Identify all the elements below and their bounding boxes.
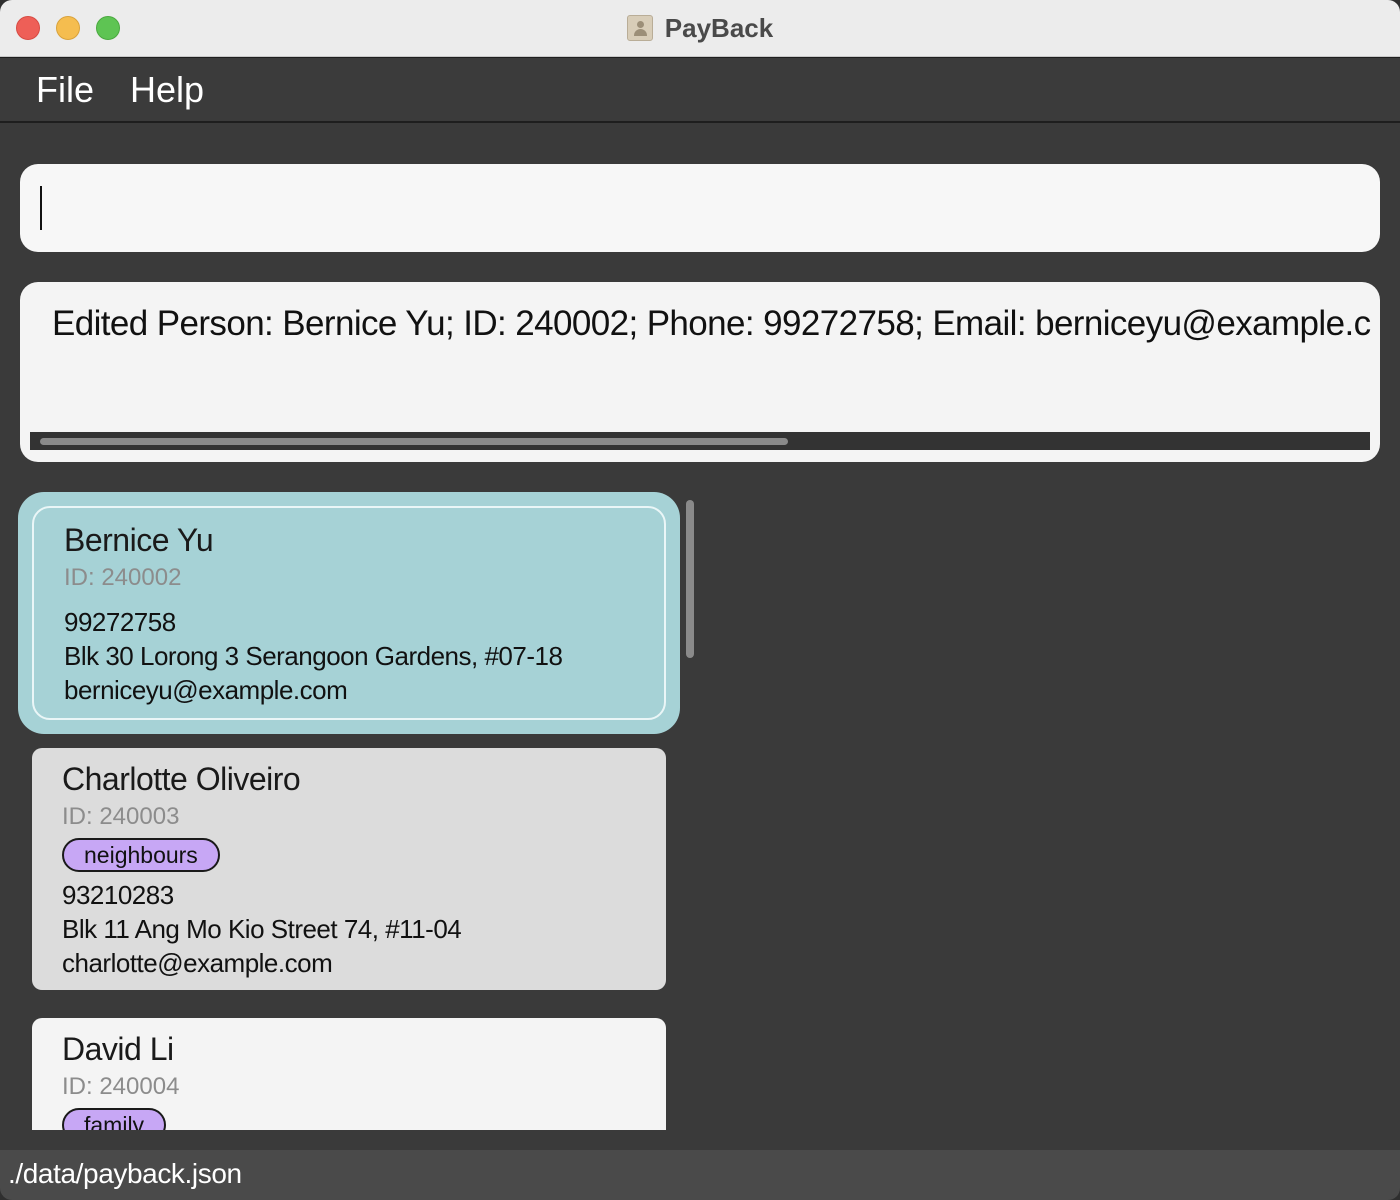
person-id: ID: 240003 <box>62 803 180 830</box>
person-tag: family <box>62 1108 167 1130</box>
title-bar: PayBack <box>0 0 1400 57</box>
window-title-group: PayBack <box>0 0 1400 56</box>
menu-help[interactable]: Help <box>130 68 204 112</box>
text-cursor <box>40 186 42 230</box>
horizontal-scrollbar[interactable] <box>30 432 1370 450</box>
person-phone: 93210283 <box>62 880 174 910</box>
command-input[interactable] <box>44 174 1368 244</box>
person-name: Bernice Yu <box>64 522 214 558</box>
person-address: Blk 30 Lorong 3 Serangoon Gardens, #07-1… <box>64 641 563 671</box>
menu-bar: File Help <box>0 57 1400 123</box>
address-book-icon <box>626 15 653 41</box>
menu-file[interactable]: File <box>36 68 94 112</box>
person-email: berniceyu@example.com <box>64 675 348 705</box>
horizontal-scrollbar-thumb[interactable] <box>40 438 788 445</box>
person-id: ID: 240002 <box>64 564 182 591</box>
person-name: David Li <box>62 1031 174 1067</box>
vertical-scrollbar-thumb[interactable] <box>686 500 694 658</box>
person-name: Charlotte Oliveiro <box>62 761 301 797</box>
person-id: ID: 240004 <box>62 1073 180 1100</box>
person-email: charlotte@example.com <box>62 948 333 978</box>
result-display: Edited Person: Bernice Yu; ID: 240002; P… <box>20 282 1380 462</box>
person-phone: 99272758 <box>64 607 176 637</box>
data-file-path: ./data/payback.json <box>8 1158 242 1189</box>
app-window: PayBack File Help Edited Person: Bernice… <box>0 0 1400 1200</box>
person-list[interactable]: Bernice Yu ID: 240002 99272758 Blk 30 Lo… <box>0 490 700 1130</box>
person-tag: neighbours <box>62 838 220 872</box>
result-message: Edited Person: Bernice Yu; ID: 240002; P… <box>52 304 1371 343</box>
status-bar: ./data/payback.json <box>0 1150 1400 1200</box>
window-title: PayBack <box>664 12 774 43</box>
person-address: Blk 11 Ang Mo Kio Street 74, #11-04 <box>62 914 462 944</box>
